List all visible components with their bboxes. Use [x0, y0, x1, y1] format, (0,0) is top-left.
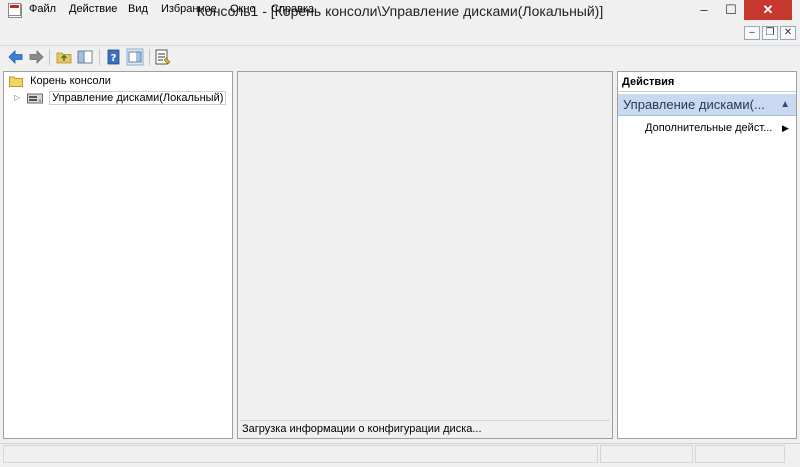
more-actions-item[interactable]: Дополнительные дейст... — [645, 120, 785, 136]
menu-help[interactable]: Справка — [271, 3, 314, 15]
actions-header: Действия — [618, 72, 796, 92]
show-hide-action-pane-icon[interactable] — [126, 48, 144, 66]
actions-pane[interactable]: Действия Управление дисками(... ▲ Дополн… — [617, 71, 797, 439]
close-button[interactable]: ✕ — [744, 0, 792, 20]
window-title: Консоль1 - [Корень консоли\Управление ди… — [196, 3, 604, 19]
tree-item-console-root[interactable]: Корень консоли — [9, 73, 111, 89]
mdi-minimize-button[interactable]: – — [744, 26, 760, 40]
toolbar-separator — [99, 49, 100, 65]
menu-window[interactable]: Окно — [230, 3, 256, 15]
console-icon[interactable] — [8, 3, 21, 16]
status-bar-segment — [3, 445, 598, 463]
help-icon[interactable]: ? — [105, 48, 123, 66]
expand-chevron-icon[interactable]: ▷ — [14, 90, 22, 106]
menu-favorites[interactable]: Избранное — [161, 3, 217, 15]
back-arrow-icon[interactable] — [7, 48, 25, 66]
mdi-close-button[interactable]: ✕ — [780, 26, 796, 40]
tree-root-label: Корень консоли — [30, 75, 111, 87]
disk-management-icon — [27, 92, 44, 105]
toolbar-separator — [149, 49, 150, 65]
status-bar-segment — [695, 445, 785, 463]
more-actions-label: Дополнительные дейст... — [645, 122, 773, 134]
actions-section-disk-management[interactable]: Управление дисками(... ▲ — [618, 94, 796, 116]
console-tree[interactable]: Корень консоли ▷ Управление дисками(Лока… — [3, 71, 233, 439]
svg-text:?: ? — [111, 53, 117, 64]
tree-child-label: Управление дисками(Локальный) — [49, 91, 227, 105]
loading-status-text: Загрузка информации о конфигурации диска… — [240, 420, 610, 438]
menu-view[interactable]: Вид — [128, 3, 148, 15]
maximize-button[interactable]: ☐ — [718, 0, 744, 20]
toolbar-separator — [49, 49, 50, 65]
forward-arrow-icon[interactable] — [27, 48, 45, 66]
up-folder-icon[interactable] — [55, 48, 73, 66]
menu-action[interactable]: Действие — [69, 3, 117, 15]
menu-file[interactable]: Файл — [29, 3, 56, 15]
properties-icon[interactable] — [154, 48, 172, 66]
tree-item-disk-management[interactable]: ▷ Управление дисками(Локальный) — [14, 90, 227, 106]
minimize-button[interactable]: – — [690, 0, 718, 20]
mdi-restore-button[interactable]: ❐ — [762, 26, 778, 40]
submenu-arrow-icon: ▶ — [782, 123, 789, 133]
actions-section-label: Управление дисками(... — [623, 97, 765, 112]
menu-bar — [0, 24, 800, 44]
status-bar-segment — [600, 445, 693, 463]
folder-icon — [9, 76, 23, 87]
collapse-up-icon[interactable]: ▲ — [780, 94, 790, 115]
show-hide-tree-icon[interactable] — [76, 48, 94, 66]
result-pane[interactable]: Загрузка информации о конфигурации диска… — [237, 71, 613, 439]
